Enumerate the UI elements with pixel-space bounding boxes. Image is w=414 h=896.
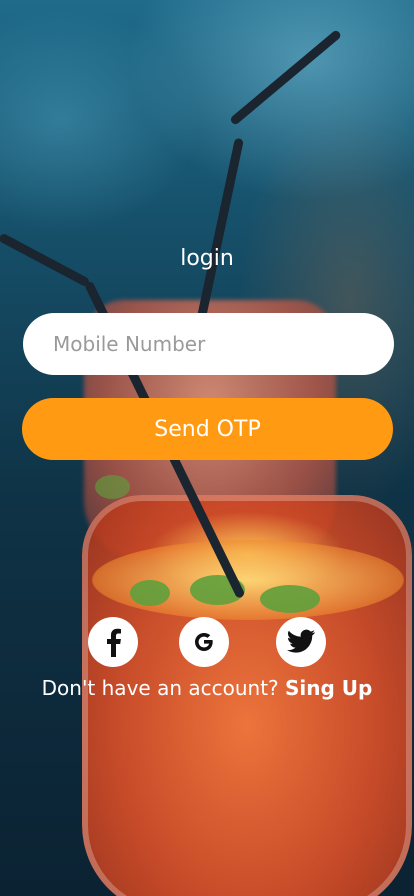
background-herb — [260, 585, 320, 613]
facebook-button[interactable] — [88, 617, 138, 667]
background-straw — [195, 137, 244, 326]
background-herb — [130, 580, 170, 606]
google-icon — [195, 633, 213, 651]
google-button[interactable] — [179, 617, 229, 667]
signup-link[interactable]: Sing Up — [285, 676, 372, 700]
send-otp-button[interactable]: Send OTP — [22, 398, 393, 460]
mobile-number-input[interactable] — [23, 313, 394, 375]
signup-prompt: Don't have an account? Sing Up — [0, 676, 414, 700]
twitter-icon — [286, 629, 315, 653]
twitter-button[interactable] — [276, 617, 326, 667]
signup-prompt-text: Don't have an account? — [41, 676, 279, 700]
background-straw — [229, 29, 343, 126]
facebook-icon — [107, 628, 121, 657]
background-herb — [95, 475, 130, 499]
background-glass-rim — [92, 540, 404, 620]
page-title: login — [180, 246, 234, 271]
